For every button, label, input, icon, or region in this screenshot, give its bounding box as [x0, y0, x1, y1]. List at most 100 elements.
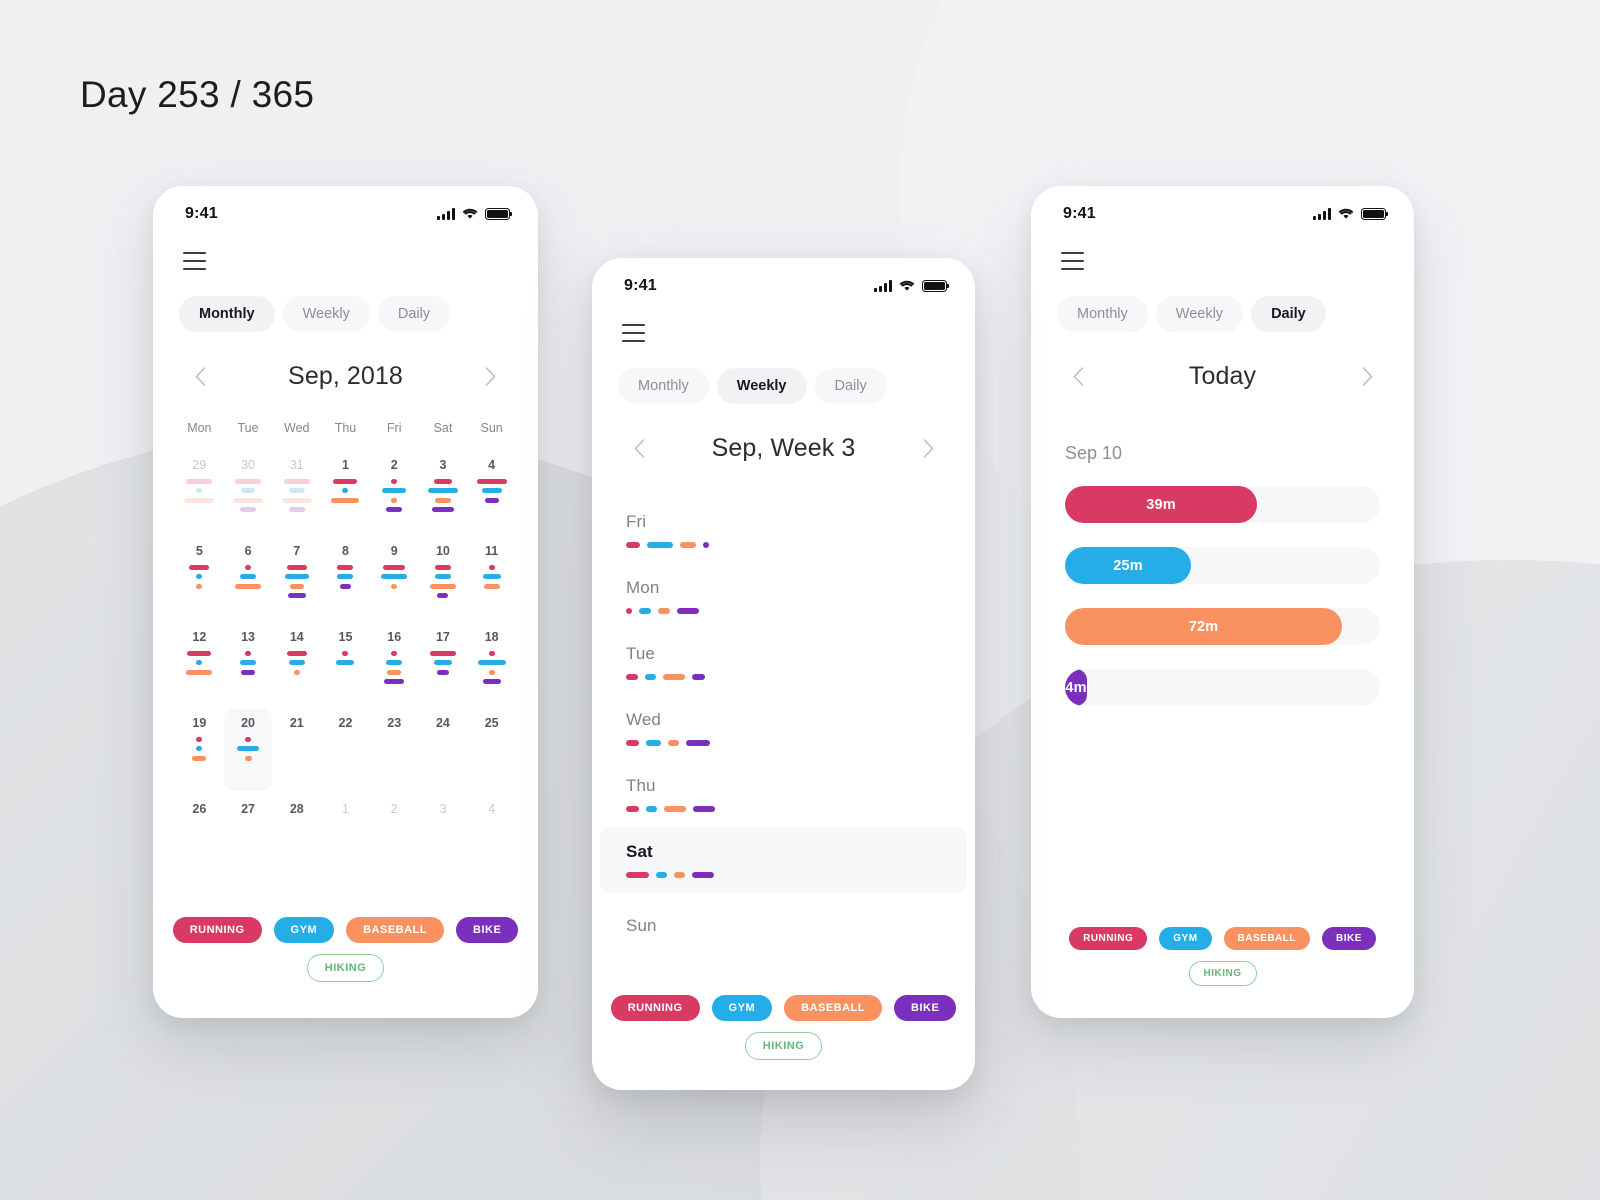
- calendar-day[interactable]: 12: [175, 623, 224, 705]
- calendar-day[interactable]: 2: [370, 451, 419, 533]
- view-tabs-monthly: Monthly Weekly Daily: [153, 270, 538, 332]
- calendar-day[interactable]: 17: [419, 623, 468, 705]
- calendar-day[interactable]: 5: [175, 537, 224, 619]
- calendar-day[interactable]: 4: [467, 795, 516, 877]
- calendar-day[interactable]: 2: [370, 795, 419, 877]
- calendar-day[interactable]: 18: [467, 623, 516, 705]
- activity-bar: [186, 478, 213, 484]
- chevron-left-icon[interactable]: [1065, 364, 1091, 390]
- tab-weekly[interactable]: Weekly: [1155, 296, 1244, 332]
- legend-pill-hiking[interactable]: HIKING: [306, 954, 385, 982]
- legend-pill-running[interactable]: RUNNING: [172, 917, 262, 943]
- calendar-day[interactable]: 3: [419, 795, 468, 877]
- weekly-day-row[interactable]: Thu: [592, 761, 975, 827]
- daily-progress-track[interactable]: 39m: [1065, 486, 1380, 523]
- tab-weekly[interactable]: Weekly: [282, 296, 370, 332]
- calendar-day[interactable]: 27: [224, 795, 273, 877]
- tab-daily[interactable]: Daily: [377, 296, 451, 332]
- legend-pill-running[interactable]: RUNNING: [610, 995, 700, 1021]
- activity-bar: [196, 574, 203, 579]
- calendar-day[interactable]: 29: [175, 451, 224, 533]
- calendar-day[interactable]: 30: [224, 451, 273, 533]
- weekly-day-row[interactable]: Mon: [592, 563, 975, 629]
- weekly-day-label: Mon: [626, 578, 660, 597]
- calendar-day[interactable]: 6: [224, 537, 273, 619]
- calendar-day[interactable]: 28: [272, 795, 321, 877]
- calendar-day[interactable]: 22: [321, 709, 370, 791]
- legend-pill-bike[interactable]: BIKE: [894, 995, 957, 1021]
- weekly-day-row-selected[interactable]: Sat: [600, 827, 967, 893]
- chevron-right-icon[interactable]: [915, 436, 941, 462]
- activity-bar: [482, 679, 501, 684]
- calendar-day[interactable]: 25: [467, 709, 516, 791]
- wifi-icon: [899, 280, 915, 292]
- legend-pill-baseball[interactable]: BASEBALL: [346, 917, 444, 943]
- tab-daily[interactable]: Daily: [1251, 296, 1326, 332]
- daily-progress-track[interactable]: 4m: [1065, 669, 1380, 706]
- calendar-day[interactable]: 8: [321, 537, 370, 619]
- hamburger-menu-icon[interactable]: [183, 252, 209, 270]
- calendar-day[interactable]: 1: [321, 795, 370, 877]
- legend-pill-gym[interactable]: GYM: [1159, 927, 1212, 950]
- chevron-left-icon[interactable]: [626, 436, 652, 462]
- calendar-day[interactable]: 26: [175, 795, 224, 877]
- calendar-day[interactable]: 1: [321, 451, 370, 533]
- activity-bar: [476, 478, 507, 484]
- activity-bar: [286, 650, 307, 656]
- legend-pill-bike[interactable]: BIKE: [1322, 927, 1376, 950]
- calendar-day[interactable]: 3: [419, 451, 468, 533]
- calendar-day[interactable]: 7: [272, 537, 321, 619]
- activity-bar: [483, 583, 500, 589]
- daily-progress-track[interactable]: 72m: [1065, 608, 1380, 645]
- calendar-day[interactable]: 11: [467, 537, 516, 619]
- chevron-right-icon[interactable]: [478, 364, 504, 390]
- calendar-day[interactable]: 9: [370, 537, 419, 619]
- tab-monthly[interactable]: Monthly: [1057, 296, 1148, 332]
- calendar-day-today[interactable]: 20: [223, 709, 273, 791]
- legend-pill-gym[interactable]: GYM: [273, 917, 335, 943]
- activity-bar: [240, 507, 257, 512]
- weekly-day-row[interactable]: Sun: [592, 893, 975, 959]
- weekly-day-row[interactable]: Tue: [592, 629, 975, 695]
- status-time: 9:41: [185, 205, 218, 222]
- calendar-day[interactable]: 24: [419, 709, 468, 791]
- legend-pill-bike[interactable]: BIKE: [456, 917, 519, 943]
- chevron-right-icon[interactable]: [1354, 364, 1380, 390]
- legend-pill-baseball[interactable]: BASEBALL: [784, 995, 882, 1021]
- chevron-left-icon[interactable]: [187, 364, 213, 390]
- legend-pill-baseball[interactable]: BASEBALL: [1223, 927, 1310, 950]
- tab-monthly[interactable]: Monthly: [618, 368, 709, 404]
- calendar-day[interactable]: 31: [272, 451, 321, 533]
- legend-pill-running[interactable]: RUNNING: [1069, 927, 1148, 950]
- calendar-day[interactable]: 16: [370, 623, 419, 705]
- status-icons: [437, 208, 513, 220]
- weekly-day-row[interactable]: Wed: [592, 695, 975, 761]
- weekly-day-row[interactable]: Fri: [592, 497, 975, 563]
- calendar-day[interactable]: 19: [175, 709, 224, 791]
- legend-pill-gym[interactable]: GYM: [711, 995, 773, 1021]
- calendar-day-number: 17: [435, 630, 450, 644]
- legend-pill-hiking[interactable]: HIKING: [1188, 961, 1257, 986]
- calendar-day[interactable]: 21: [272, 709, 321, 791]
- weekly-day-label: Wed: [626, 710, 661, 729]
- calendar-day[interactable]: 23: [370, 709, 419, 791]
- calendar-day-activity-bars: [419, 564, 468, 598]
- daily-progress-track[interactable]: 25m: [1065, 547, 1380, 584]
- calendar-day[interactable]: 10: [419, 537, 468, 619]
- calendar-day-activity-bars: [467, 564, 516, 589]
- activity-bar: [431, 507, 454, 512]
- calendar-day[interactable]: 14: [272, 623, 321, 705]
- tab-monthly[interactable]: Monthly: [179, 296, 275, 332]
- calendar-day[interactable]: 15: [321, 623, 370, 705]
- tab-weekly[interactable]: Weekly: [716, 368, 807, 404]
- legend-pill-hiking[interactable]: HIKING: [744, 1032, 823, 1060]
- calendar-day-number: 12: [192, 630, 207, 644]
- activity-bar: [481, 488, 502, 493]
- hamburger-menu-icon[interactable]: [1061, 252, 1087, 270]
- tab-daily[interactable]: Daily: [814, 368, 887, 404]
- activity-bar: [196, 660, 203, 665]
- calendar-day-number: 24: [435, 716, 450, 730]
- hamburger-menu-icon[interactable]: [622, 324, 648, 342]
- calendar-day[interactable]: 13: [224, 623, 273, 705]
- calendar-day[interactable]: 4: [467, 451, 516, 533]
